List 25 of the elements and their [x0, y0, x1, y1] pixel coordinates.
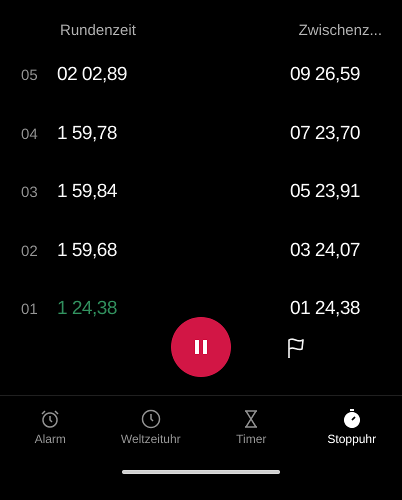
lap-number: 04 — [21, 126, 39, 142]
lap-time: 1 24,38 — [57, 298, 117, 320]
lap-time: 1 59,78 — [57, 122, 117, 144]
alarm-clock-icon — [39, 408, 62, 430]
split-time: 05 23,91 — [290, 181, 361, 203]
lap-number: 02 — [21, 242, 39, 260]
tab[interactable]: Timer — [201, 408, 302, 466]
split-time: 01 24,38 — [290, 298, 361, 320]
flag-icon[interactable] — [286, 336, 306, 358]
lap-time: 02 02,89 — [57, 64, 127, 86]
split-time: 07 23,70 — [290, 122, 361, 144]
column-header: Zwischenz... — [298, 22, 382, 41]
pause-icon — [194, 338, 208, 354]
split-time: 03 24,07 — [290, 240, 361, 262]
lap-number: 05 — [21, 67, 39, 84]
lap-number: 03 — [21, 184, 39, 201]
clock-icon — [140, 408, 162, 430]
split-time: 09 26,59 — [290, 64, 361, 86]
tab[interactable]: Stoppuhr — [302, 408, 402, 466]
lap-time: 1 59,84 — [57, 181, 117, 203]
tab[interactable]: Alarm — [0, 408, 100, 466]
column-header: Rundenzeit — [60, 22, 136, 41]
lap-number: 01 — [21, 301, 39, 318]
lap-time: 1 59,68 — [57, 240, 117, 262]
tab[interactable]: Weltzeituhr — [100, 408, 201, 466]
